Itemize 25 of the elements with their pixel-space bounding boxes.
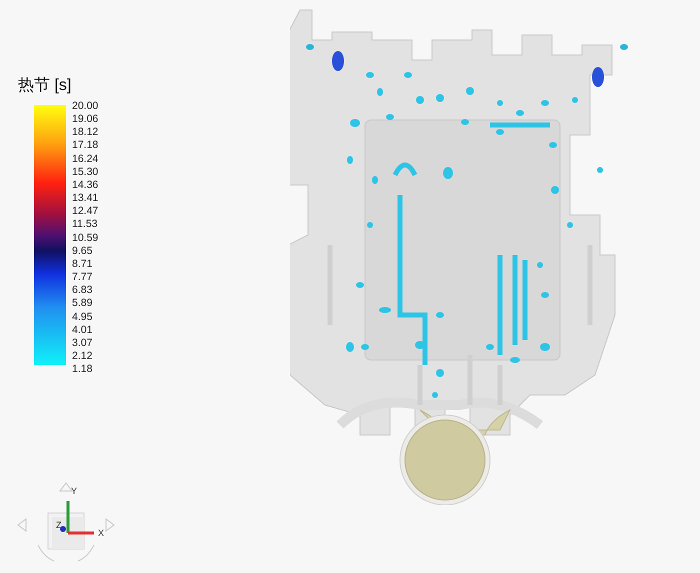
legend-tick-label: 10.59 [72,232,98,245]
legend-tick-label: 8.71 [72,258,94,272]
axis-label: Z [56,521,62,530]
legend-tick-label: 15.30 [72,166,98,179]
legend-tick-label: 9.65 [72,244,94,258]
legend-tick-label: 12.47 [72,205,98,218]
legend-tick-label: 7.77 [72,271,94,284]
legend-tick-label: 4.95 [72,310,94,324]
axis-label: Y [71,487,78,496]
legend-tick-label: 3.07 [72,336,94,350]
legend-tick-label: 20.00 [72,100,98,114]
legend-tick-label: 4.01 [72,324,94,337]
legend-tick-label: 16.24 [72,152,98,166]
legend-tick-label: 17.18 [72,139,98,153]
axis-label: X [98,529,104,538]
legend-tick-label: 6.83 [72,284,94,298]
legend-title: 热节 [s] [17,76,72,96]
legend-tick-label: 2.12 [72,350,94,364]
legend-tick-label: 1.18 [72,363,94,376]
legend-tick-label: 18.12 [72,126,98,140]
legend-tick-label: 19.06 [72,113,98,126]
legend-tick-label: 11.53 [72,218,98,232]
legend-tick-label: 13.41 [72,192,98,206]
legend-tick-label: 5.89 [72,297,94,310]
legend-tick-label: 14.36 [72,178,98,192]
